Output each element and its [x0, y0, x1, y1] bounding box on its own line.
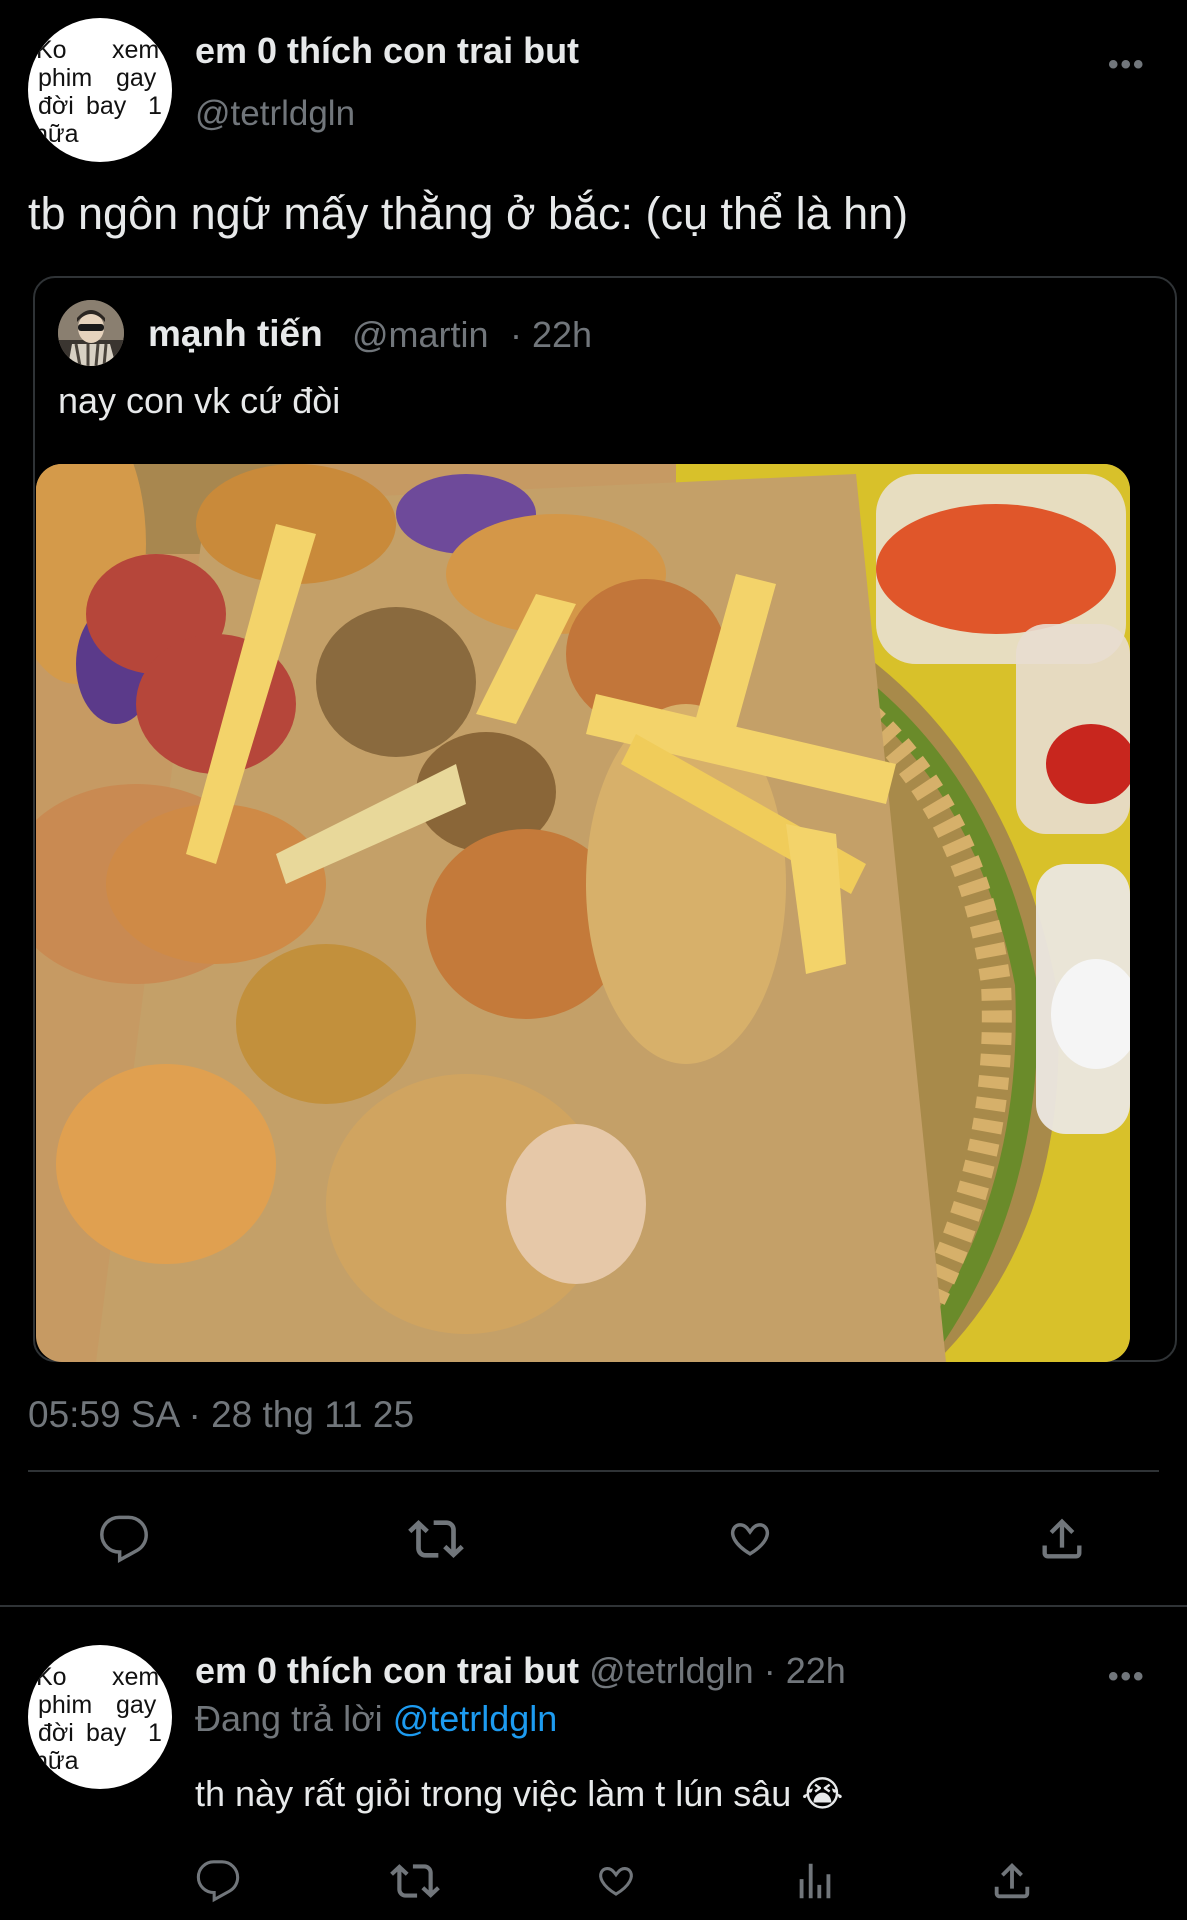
- quoted-photo[interactable]: [36, 464, 1130, 1362]
- reply-avatar[interactable]: Ko xem phim gay đời bay 1 nữa: [28, 1645, 172, 1789]
- avatar-word: gay: [116, 64, 157, 92]
- reply-text-line: th này rất giỏi trong việc làm t lún sâu…: [195, 1773, 843, 1815]
- avatar-word: 1: [148, 92, 162, 120]
- reply-header: em 0 thích con trai but @tetrldgln · 22h: [195, 1650, 846, 1692]
- quoted-avatar-image: [58, 300, 124, 366]
- reply-author-handle[interactable]: @tetrldgln: [589, 1650, 754, 1691]
- author-name[interactable]: em 0 thích con trai but: [195, 30, 579, 72]
- avatar-word: Ko: [36, 36, 67, 64]
- quoted-avatar[interactable]: [58, 300, 124, 366]
- replying-to-line: Đang trả lời @tetrldgln: [195, 1698, 557, 1740]
- tweet-timestamp[interactable]: 05:59 SA · 28 thg 11 25: [28, 1394, 414, 1436]
- avatar-word: nữa: [34, 1747, 79, 1775]
- avatar-word: phim: [38, 1691, 93, 1719]
- quoted-author-handle[interactable]: @martin: [352, 314, 489, 356]
- like-icon[interactable]: [591, 1856, 641, 1906]
- replying-to-label: Đang trả lời: [195, 1698, 383, 1739]
- avatar-word: nữa: [34, 120, 79, 148]
- avatar-word: bay: [86, 92, 127, 120]
- analytics-icon[interactable]: [790, 1856, 840, 1906]
- avatar[interactable]: Ko xem phim gay đời bay 1 nữa: [28, 18, 172, 162]
- more-options-icon[interactable]: •••: [1108, 48, 1146, 82]
- avatar-word: phim: [38, 64, 93, 92]
- retweet-icon[interactable]: [390, 1856, 440, 1906]
- reply-icon[interactable]: [94, 1509, 154, 1569]
- avatar-word: 1: [148, 1719, 162, 1747]
- avatar-word: gay: [116, 1691, 157, 1719]
- avatar-word: xem: [112, 36, 160, 64]
- share-icon[interactable]: [987, 1856, 1037, 1906]
- avatar-word: đời: [38, 1719, 74, 1747]
- divider: [28, 1470, 1159, 1472]
- reply-text: th này rất giỏi trong việc làm t lún sâu: [195, 1773, 792, 1814]
- avatar-word: bay: [86, 1719, 127, 1747]
- reply-icon[interactable]: [193, 1856, 243, 1906]
- reply-more-options-icon[interactable]: •••: [1108, 1660, 1146, 1694]
- food-photo: [36, 464, 1130, 1362]
- quoted-time[interactable]: · 22h: [510, 314, 592, 356]
- avatar-word: Ko: [36, 1663, 67, 1691]
- quoted-author-name[interactable]: mạnh tiến: [148, 313, 323, 355]
- like-icon[interactable]: [720, 1509, 780, 1569]
- author-handle[interactable]: @tetrldgln: [195, 94, 355, 134]
- avatar-word: đời: [38, 92, 74, 120]
- retweet-icon[interactable]: [406, 1509, 466, 1569]
- share-icon[interactable]: [1032, 1509, 1092, 1569]
- replying-to-link[interactable]: @tetrldgln: [393, 1698, 558, 1739]
- quoted-text: nay con vk cứ đòi: [58, 380, 341, 421]
- divider: [0, 1605, 1187, 1607]
- avatar-word: xem: [112, 1663, 160, 1691]
- reply-author-name[interactable]: em 0 thích con trai but: [195, 1650, 579, 1691]
- crying-emoji-icon: 😭: [801, 1773, 844, 1814]
- tweet-text: tb ngôn ngữ mấy thằng ở bắc: (cụ thể là …: [28, 188, 909, 239]
- reply-time[interactable]: · 22h: [764, 1650, 846, 1691]
